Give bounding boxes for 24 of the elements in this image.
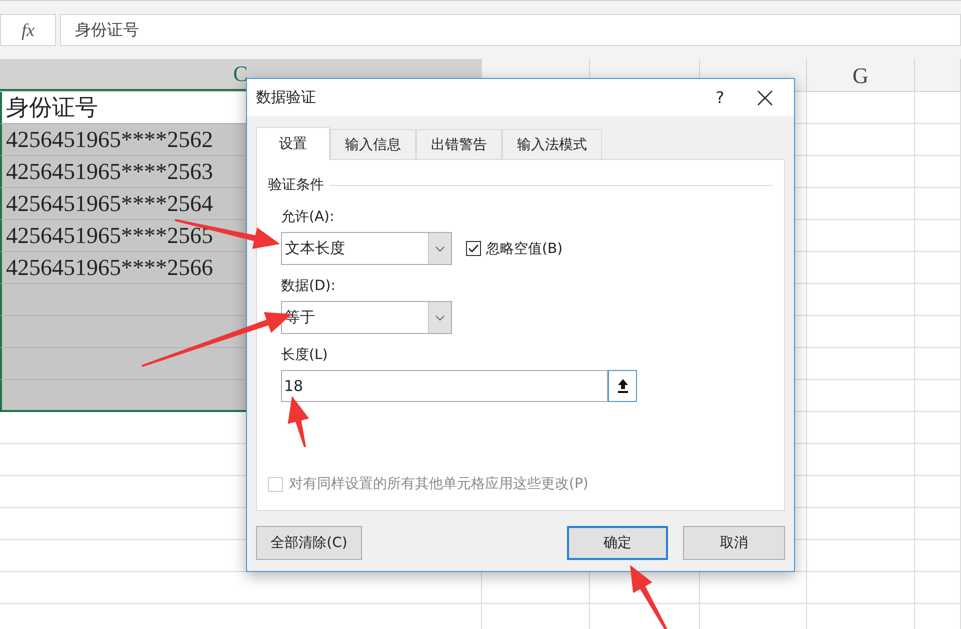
checkbox[interactable] bbox=[466, 241, 481, 256]
check-icon bbox=[468, 244, 479, 253]
ok-button[interactable]: 确定 bbox=[567, 526, 668, 560]
chevron-down-icon bbox=[435, 246, 445, 252]
tab[interactable]: 出错警告 bbox=[416, 129, 502, 159]
help-button[interactable]: ? bbox=[690, 88, 750, 107]
tab[interactable]: 输入法模式 bbox=[502, 129, 602, 159]
arrow-up-icon bbox=[616, 379, 628, 393]
cancel-button[interactable]: 取消 bbox=[683, 526, 785, 560]
collapse-button[interactable] bbox=[608, 370, 637, 402]
tab[interactable]: 输入信息 bbox=[330, 129, 416, 159]
function-icon[interactable]: fx bbox=[0, 14, 56, 46]
chevron-down-icon bbox=[435, 314, 445, 320]
close-icon bbox=[757, 90, 773, 106]
checkbox-label: 对有同样设置的所有其他单元格应用这些更改(P) bbox=[289, 475, 588, 493]
tab[interactable]: 设置 bbox=[256, 127, 330, 160]
dropdown[interactable]: 文本长度 bbox=[281, 232, 452, 265]
clear-button[interactable]: 全部清除(C) bbox=[256, 526, 362, 560]
dropdown[interactable]: 等于 bbox=[281, 301, 452, 334]
column-header[interactable]: G bbox=[807, 59, 915, 91]
formula-input[interactable]: 身份证号 bbox=[60, 14, 961, 46]
input-field[interactable]: 18 bbox=[281, 370, 608, 402]
field-label: 长度(L) bbox=[281, 346, 329, 365]
checkbox-label: 忽略空值(B) bbox=[486, 240, 563, 258]
